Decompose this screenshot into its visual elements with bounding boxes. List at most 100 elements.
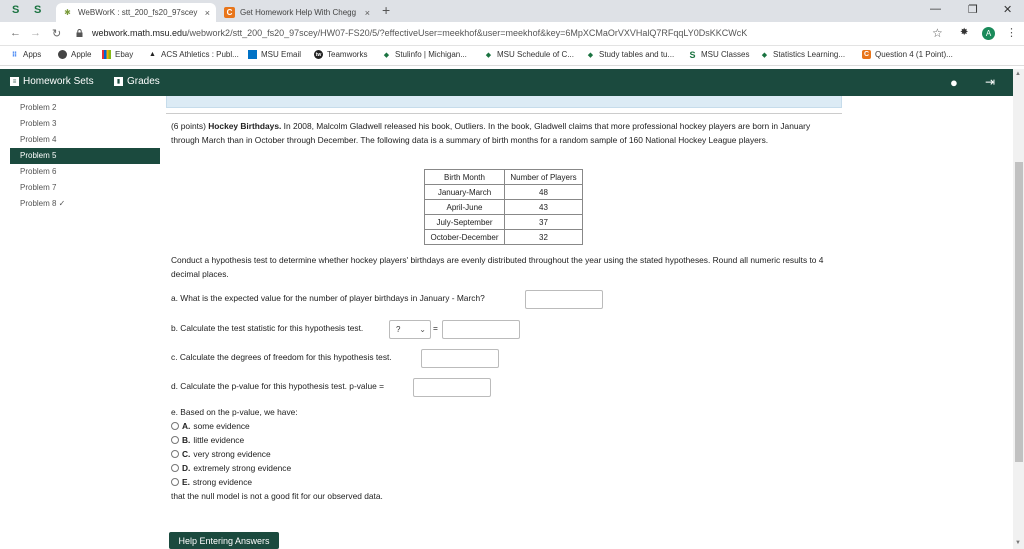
scroll-down-arrow-icon[interactable]: ▼ xyxy=(1015,540,1021,546)
msu-spartan-icon: ◆ xyxy=(587,51,594,59)
bookmark-acs[interactable]: ▲ ACS Athletics : Publ... xyxy=(148,50,239,59)
bookmark-msu-classes[interactable]: S MSU Classes xyxy=(688,49,750,60)
option-letter: D. xyxy=(182,463,191,473)
equals-sign: = xyxy=(433,323,438,333)
table-header: Number of Players xyxy=(504,169,583,185)
forward-arrow-icon[interactable]: → xyxy=(30,27,41,39)
extension-icon[interactable]: ✸ xyxy=(960,27,968,38)
radio-button[interactable] xyxy=(171,464,179,472)
list-icon: ≡ xyxy=(10,77,19,86)
table-row: April-June 43 xyxy=(424,199,583,215)
pinned-tab-msu-2[interactable]: S xyxy=(34,4,41,16)
tab-chegg[interactable]: C Get Homework Help With Chegg × xyxy=(218,3,376,22)
apple-icon xyxy=(58,50,67,59)
table-header: Birth Month xyxy=(424,169,505,185)
msu-spartan-icon: ◆ xyxy=(761,51,768,59)
pinned-tab-msu[interactable]: S xyxy=(12,4,19,16)
bookmark-teamworks[interactable]: tw Teamworks xyxy=(314,50,367,59)
url-field[interactable]: webwork.math.msu.edu/webwork2/stt_200_fs… xyxy=(92,28,747,38)
option-letter: C. xyxy=(182,449,191,459)
maximize-button[interactable]: ❐ xyxy=(968,3,978,16)
radio-button[interactable] xyxy=(171,450,179,458)
table-cell: January-March xyxy=(424,184,505,200)
answer-b-input[interactable] xyxy=(442,320,520,339)
sidebar-item-problem-6[interactable]: Problem 6 xyxy=(10,164,160,180)
test-statistic-select[interactable]: ? ⌄ xyxy=(389,320,431,339)
help-entering-answers-button[interactable]: Help Entering Answers xyxy=(169,532,279,549)
bookmark-label: Teamworks xyxy=(327,50,368,59)
table-cell: 37 xyxy=(504,214,583,230)
bookmark-label: Statistics Learning... xyxy=(773,50,846,59)
option-d[interactable]: D. extremely strong evidence xyxy=(171,463,291,473)
question-e-label: e. Based on the p-value, we have: xyxy=(171,407,298,417)
option-e[interactable]: E. strong evidence xyxy=(171,477,252,487)
bookmark-msu-email[interactable]: MSU Email xyxy=(248,50,301,59)
option-b[interactable]: B. little evidence xyxy=(171,435,244,445)
bookmark-star-icon[interactable]: ☆ xyxy=(932,26,943,40)
grades-link[interactable]: ▮ Grades xyxy=(114,76,160,87)
problem-statement: (6 points) Hockey Birthdays. In 2008, Ma… xyxy=(171,120,836,147)
table-cell: July-September xyxy=(424,214,505,230)
webwork-nav-bar: ≡ Homework Sets ▮ Grades ● ⇥ xyxy=(0,69,1013,96)
bookmark-ebay[interactable]: Ebay xyxy=(102,50,133,59)
logout-icon[interactable]: ⇥ xyxy=(985,75,995,89)
reload-icon[interactable]: ↻ xyxy=(52,27,61,40)
sidebar-item-problem-5[interactable]: Problem 5 xyxy=(10,148,160,164)
apps-grid-icon: ⠿ xyxy=(11,51,18,59)
minimize-button[interactable]: — xyxy=(930,3,941,15)
lock-icon xyxy=(76,29,83,37)
sidebar-item-problem-8[interactable]: Problem 8 ✓ xyxy=(10,196,160,212)
msu-s-icon: S xyxy=(689,49,696,60)
scroll-up-arrow-icon[interactable]: ▲ xyxy=(1015,71,1021,77)
sidebar-item-problem-2[interactable]: Problem 2 xyxy=(10,100,160,116)
sidebar-item-problem-4[interactable]: Problem 4 xyxy=(10,132,160,148)
bookmark-stulinfo[interactable]: ◆ Stulinfo | Michigan... xyxy=(382,50,467,59)
option-text: some evidence xyxy=(193,421,250,431)
table-row: January-March 48 xyxy=(424,184,583,200)
tab-webwork[interactable]: ✱ WeBWorK : stt_200_fs20_97scey × xyxy=(56,3,216,22)
conclusion-text: that the null model is not a good fit fo… xyxy=(171,491,383,501)
bookmark-apple[interactable]: Apple xyxy=(58,50,91,59)
bookmark-label: ACS Athletics : Publ... xyxy=(161,50,239,59)
menu-kebab-icon[interactable]: ⋮ xyxy=(1006,26,1017,39)
option-letter: E. xyxy=(182,477,190,487)
option-c[interactable]: C. very strong evidence xyxy=(171,449,271,459)
bookmark-statistics[interactable]: ◆ Statistics Learning... xyxy=(760,50,845,59)
sidebar-item-problem-7[interactable]: Problem 7 xyxy=(10,180,160,196)
outlook-icon xyxy=(248,50,257,59)
bookmark-question-4[interactable]: C Question 4 (1 Point)... xyxy=(862,50,953,59)
back-arrow-icon[interactable]: ← xyxy=(10,27,21,39)
bookmark-msu-schedule[interactable]: ◆ MSU Schedule of C... xyxy=(484,50,574,59)
answer-c-input[interactable] xyxy=(421,349,499,368)
bookmark-label: MSU Email xyxy=(261,50,302,59)
scrollbar-thumb[interactable] xyxy=(1015,162,1023,462)
bookmark-label: MSU Classes xyxy=(701,50,750,59)
table-cell: 43 xyxy=(504,199,583,215)
problem-list-sidebar: Problem 2 Problem 3 Problem 4 Problem 5 … xyxy=(10,100,160,212)
sidebar-item-problem-3[interactable]: Problem 3 xyxy=(10,116,160,132)
answer-a-input[interactable] xyxy=(525,290,603,309)
bookmark-label: MSU Schedule of C... xyxy=(497,50,574,59)
radio-button[interactable] xyxy=(171,478,179,486)
table-cell: 32 xyxy=(504,229,583,245)
bookmark-study-tables[interactable]: ◆ Study tables and tu... xyxy=(586,50,674,59)
new-tab-button[interactable]: + xyxy=(382,2,390,18)
user-account-icon[interactable]: ● xyxy=(950,75,958,90)
question-a-label: a. What is the expected value for the nu… xyxy=(171,293,485,303)
address-bar: ← → ↻ webwork.math.msu.edu/webwork2/stt_… xyxy=(0,22,1024,46)
homework-sets-link[interactable]: ≡ Homework Sets xyxy=(10,76,94,87)
radio-button[interactable] xyxy=(171,422,179,430)
close-window-button[interactable]: ✕ xyxy=(1003,3,1012,16)
option-a[interactable]: A. some evidence xyxy=(171,421,250,431)
bookmark-label: Study tables and tu... xyxy=(599,50,675,59)
bookmark-apps[interactable]: ⠿ Apps xyxy=(10,50,41,59)
table-cell: 48 xyxy=(504,184,583,200)
divider xyxy=(166,113,842,114)
close-tab-icon[interactable]: × xyxy=(359,8,370,18)
msu-spartan-icon: ◆ xyxy=(485,51,492,59)
close-tab-icon[interactable]: × xyxy=(199,8,210,18)
answer-d-input[interactable] xyxy=(413,378,491,397)
radio-button[interactable] xyxy=(171,436,179,444)
profile-avatar[interactable]: A xyxy=(982,27,995,40)
bookmark-label: Stulinfo | Michigan... xyxy=(395,50,467,59)
